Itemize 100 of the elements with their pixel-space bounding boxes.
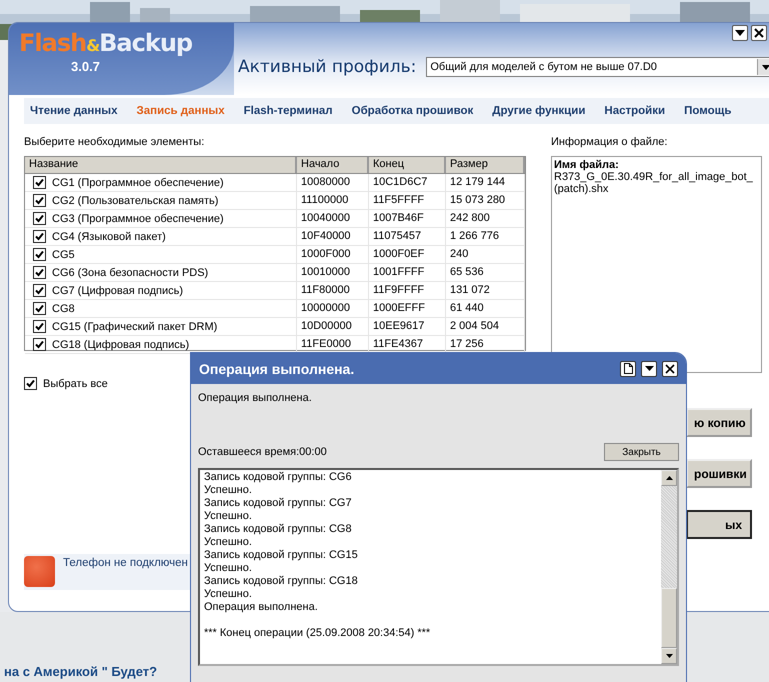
table-cell: 10F40000 (297, 228, 369, 245)
up-arrow-icon (666, 476, 672, 480)
action-button[interactable]: рошивки (686, 459, 752, 488)
table-cell: CG8 (52, 302, 75, 314)
log-line: Успешно. (204, 510, 253, 523)
caret-icon (735, 30, 745, 36)
table-cell: 1001FFFF (369, 264, 446, 281)
nav-tab[interactable]: Настройки (604, 105, 674, 117)
table-cell: 131 072 (446, 282, 525, 299)
remaining-time: Оставшееся время:00:00 (198, 446, 327, 458)
dialog-message: Операция выполнена. (198, 392, 313, 406)
close-button[interactable] (751, 25, 767, 41)
log-line: Успешно. (204, 536, 253, 549)
nav-tab[interactable]: Чтение данных (30, 105, 126, 117)
checkbox[interactable] (33, 194, 46, 207)
headline-link[interactable]: на с Америкой " Будет? (4, 664, 158, 679)
menu-button[interactable] (641, 360, 657, 376)
table-cell: 10EE9617 (369, 318, 446, 335)
log-line: Запись кодовой группы: CG7 (204, 497, 353, 510)
table-cell: 11F80000 (297, 282, 369, 299)
column-header[interactable]: Название (25, 157, 297, 173)
table-cell: 1 266 776 (446, 228, 525, 245)
menu-button[interactable] (732, 25, 748, 41)
scrollbar[interactable] (661, 470, 677, 664)
nav-tab[interactable]: Flash-терминал (244, 105, 341, 117)
table-cell: 10080000 (297, 174, 369, 191)
column-header[interactable]: Начало (297, 157, 369, 173)
table-cell: 61 440 (446, 300, 525, 317)
close-icon (665, 364, 675, 374)
table-cell: CG6 (Зона безопасности PDS) (52, 266, 208, 278)
log-line: Запись кодовой группы: CG18 (204, 575, 359, 588)
checkbox[interactable] (33, 320, 46, 333)
table-cell: 15 073 280 (446, 192, 525, 209)
log-line: Операция выполнена. (204, 601, 319, 614)
table-cell: CG7 (Цифровая подпись) (52, 284, 184, 296)
file-name: R373_G_0E.30.49R_for_all_image_bot_(patch).shx (554, 171, 754, 195)
checkbox-label: Выбрать все (43, 378, 108, 390)
status-text: Телефон не подключен (63, 557, 188, 569)
table-cell: 10040000 (297, 210, 369, 227)
table-cell: 240 (446, 246, 525, 263)
table-cell: 2 004 504 (446, 318, 525, 335)
document-button[interactable] (620, 360, 636, 376)
app-logo: Flash&Backup (19, 29, 192, 57)
table-cell: 11F5FFFF (369, 192, 446, 209)
log-line: Запись кодовой группы: CG15 (204, 549, 359, 562)
close-button[interactable] (662, 360, 678, 376)
table-cell: CG1 (Программное обеспечение) (52, 176, 224, 188)
table-cell: CG2 (Пользовательская память) (52, 194, 218, 206)
table-cell: CG18 (Цифровая подпись) (52, 338, 190, 350)
nav-tab[interactable]: Помощь (684, 105, 740, 117)
checkbox[interactable] (33, 338, 46, 351)
table-cell: 11100000 (297, 192, 369, 209)
version-label: 3.0.7 (71, 59, 100, 74)
caret-icon (644, 366, 654, 371)
down-arrow-icon (666, 654, 672, 658)
checkbox[interactable] (33, 230, 46, 243)
checkbox[interactable] (33, 302, 46, 315)
action-button[interactable]: ых (686, 510, 752, 539)
checkbox[interactable] (33, 266, 46, 279)
checkbox[interactable] (33, 284, 46, 297)
table-cell: 65 536 (446, 264, 525, 281)
table-cell: CG15 (Графический пакет DRM) (52, 320, 218, 332)
column-header[interactable]: Размер (446, 157, 525, 173)
table-cell: 1000F0EF (369, 246, 446, 263)
log-line: Запись кодовой группы: CG6 (204, 471, 353, 484)
table-cell: 1007B46F (369, 210, 446, 227)
table-cell: 12 179 144 (446, 174, 525, 191)
log-line: Успешно. (204, 588, 253, 601)
action-button[interactable]: ю копию (686, 408, 752, 437)
section-label: Выберите необходимые элементы: (24, 136, 206, 150)
section-label: Информация о файле: (551, 136, 668, 150)
table-cell: 11075457 (369, 228, 446, 245)
table-cell: 10000000 (297, 300, 369, 317)
table-cell: 11F9FFFF (369, 282, 446, 299)
close-icon (754, 28, 764, 38)
log-line: *** Конец операции (25.09.2008 20:34:54) *** (204, 627, 432, 640)
table-cell: 1000F000 (297, 246, 369, 263)
table-cell: 10C1D6C7 (369, 174, 446, 191)
nav-tab[interactable]: Обработка прошивок (352, 105, 482, 117)
caret-icon (762, 64, 769, 70)
checkbox[interactable] (33, 248, 46, 261)
profile-dropdown[interactable]: Общий для моделей с бутом не выше 07.D0 (426, 57, 769, 77)
nav-tab[interactable]: Другие функции (492, 105, 594, 117)
column-header[interactable]: Конец (369, 157, 446, 173)
table-cell: 242 800 (446, 210, 525, 227)
table-cell: 10D00000 (297, 318, 369, 335)
table-cell: CG5 (52, 248, 75, 260)
document-icon (624, 363, 632, 374)
table-cell: 1000EFFF (369, 300, 446, 317)
log-line: Успешно. (204, 562, 253, 575)
checkbox[interactable] (24, 377, 37, 390)
log-line: Успешно. (204, 484, 253, 497)
profile-label: Активный профиль: (238, 57, 416, 77)
close-button[interactable]: Закрыть (604, 443, 679, 461)
table-cell: CG3 (Программное обеспечение) (52, 212, 224, 224)
log-line: Запись кодовой группы: CG8 (204, 523, 353, 536)
checkbox[interactable] (33, 176, 46, 189)
table-cell: CG4 (Языковой пакет) (52, 230, 166, 242)
checkbox[interactable] (33, 212, 46, 225)
file-name-label: Имя файла: (554, 159, 620, 171)
